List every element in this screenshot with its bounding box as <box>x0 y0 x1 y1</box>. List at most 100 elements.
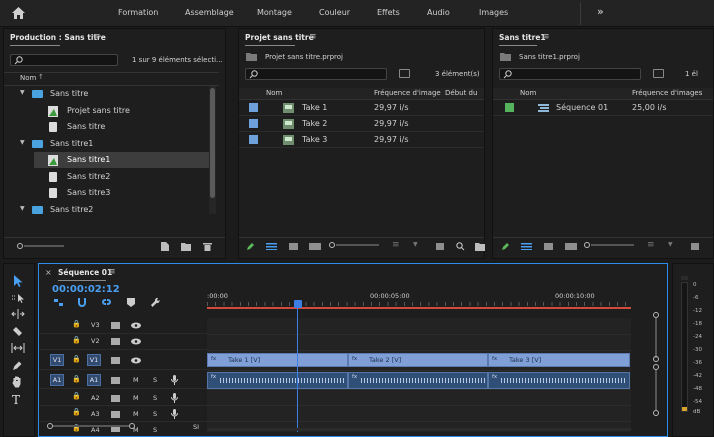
clip-indicator[interactable] <box>681 276 688 280</box>
find-icon[interactable] <box>456 242 465 251</box>
microphone-icon[interactable] <box>171 393 178 403</box>
horizontal-zoom-handle[interactable] <box>129 423 135 429</box>
list-view-icon[interactable] <box>266 243 277 250</box>
pencil-icon[interactable] <box>501 242 510 251</box>
razor-tool-icon[interactable] <box>12 326 23 337</box>
solo-button[interactable]: S <box>153 411 157 418</box>
search-input[interactable] <box>245 68 387 80</box>
hand-tool-icon[interactable] <box>12 376 23 388</box>
sync-lock-icon[interactable] <box>111 338 120 345</box>
time-ruler[interactable]: :00:00 00:00:05:00 00:00:10:00 <box>207 288 631 310</box>
tab-montage[interactable]: Montage <box>257 9 292 17</box>
vertical-scrollbar[interactable] <box>655 318 657 358</box>
horizontal-scrollbar[interactable] <box>207 428 631 431</box>
list-item[interactable]: ▼ Sans titre2 <box>4 202 209 218</box>
list-item[interactable]: ▼ Sans titre1 <box>4 136 209 152</box>
playhead-timecode[interactable]: 00:00:02:12 <box>52 285 120 295</box>
source-patch-v1[interactable]: V1 <box>50 354 64 366</box>
new-search-bin-icon[interactable] <box>653 69 664 78</box>
new-bin-icon[interactable] <box>475 243 485 251</box>
chevron-down-icon[interactable]: ▼ <box>20 206 25 212</box>
zoom-slider-knob[interactable] <box>329 242 335 248</box>
label-color-swatch[interactable] <box>249 119 258 128</box>
search-input[interactable] <box>10 54 118 66</box>
tab-formation[interactable]: Formation <box>118 9 158 17</box>
chevron-down-icon[interactable]: ▼ <box>413 242 418 248</box>
new-item-icon[interactable] <box>161 242 169 251</box>
freeform-view-icon[interactable] <box>309 243 321 250</box>
panel-menu-icon[interactable]: ≡ <box>542 33 550 42</box>
table-row[interactable]: Take 2 29,97 i/s <box>239 116 484 132</box>
tab-audio[interactable]: Audio <box>427 9 450 17</box>
linked-selection-icon[interactable] <box>101 298 112 307</box>
eye-icon[interactable] <box>131 357 141 364</box>
column-header-start[interactable]: Début du <box>445 90 477 97</box>
lock-icon[interactable]: 🔒 <box>72 321 81 328</box>
mute-button[interactable]: M <box>133 395 139 402</box>
audio-clip-take3[interactable]: fx <box>488 372 630 389</box>
freeform-view-icon[interactable] <box>565 243 577 250</box>
snap-icon[interactable] <box>77 298 87 307</box>
solo-button[interactable]: S <box>153 427 157 432</box>
column-header-name[interactable]: Nom <box>20 75 36 82</box>
list-view-icon[interactable] <box>521 243 532 250</box>
sync-lock-icon[interactable] <box>111 357 120 364</box>
trash-icon[interactable] <box>203 242 212 251</box>
search-input[interactable] <box>499 68 641 80</box>
eye-icon[interactable] <box>131 338 141 345</box>
mute-button[interactable]: M <box>133 411 139 418</box>
video-clip-take3[interactable]: fx Take 3 [V] <box>488 353 630 367</box>
wrench-icon[interactable] <box>150 297 160 307</box>
panel-menu-icon[interactable]: ≡ <box>309 33 317 42</box>
list-item[interactable]: ▼ Sans titre <box>4 86 209 102</box>
new-search-bin-icon[interactable] <box>399 69 410 78</box>
solo-button[interactable]: S <box>153 377 157 384</box>
chevron-down-icon[interactable]: ▼ <box>20 90 25 96</box>
sync-lock-icon[interactable] <box>111 395 120 402</box>
track-select-tool-icon[interactable] <box>12 293 25 303</box>
mute-button[interactable]: M <box>133 377 139 384</box>
selection-tool-icon[interactable] <box>13 275 23 287</box>
ripple-edit-tool-icon[interactable] <box>11 309 25 319</box>
add-marker-icon[interactable] <box>127 298 135 307</box>
eye-icon[interactable] <box>131 322 141 329</box>
vertical-zoom-handle[interactable] <box>653 410 659 416</box>
vertical-scrollbar[interactable] <box>655 370 657 410</box>
sync-lock-icon[interactable] <box>111 411 120 418</box>
automate-to-sequence-icon[interactable] <box>436 243 444 250</box>
list-item[interactable]: Projet sans titre <box>4 103 209 119</box>
solo-button[interactable]: S <box>153 395 157 402</box>
list-item-selected[interactable]: Sans titre1 <box>34 152 209 168</box>
playhead-line[interactable] <box>297 308 298 432</box>
automate-to-sequence-icon[interactable] <box>691 243 699 250</box>
type-tool-icon[interactable]: T <box>12 394 20 406</box>
zoom-slider[interactable] <box>591 244 634 246</box>
sort-icon[interactable]: ≡ <box>392 241 400 250</box>
column-header-framerate[interactable]: Fréquence d'images <box>632 90 702 97</box>
tab-effets[interactable]: Effets <box>377 9 400 17</box>
track-target-v1[interactable]: V1 <box>87 354 101 366</box>
lock-icon[interactable]: 🔒 <box>72 393 81 400</box>
panel-menu-icon[interactable]: ≡ <box>93 33 101 42</box>
scrollbar-thumb[interactable] <box>210 88 215 198</box>
new-bin-icon[interactable] <box>181 243 191 251</box>
panel-title[interactable]: Sans titre1 <box>499 34 546 42</box>
icon-view-icon[interactable] <box>289 243 298 250</box>
pen-tool-icon[interactable] <box>12 360 23 371</box>
home-icon[interactable] <box>12 7 25 19</box>
sync-lock-icon[interactable] <box>111 377 120 384</box>
zoom-slider-knob[interactable] <box>17 243 23 249</box>
panel-menu-icon[interactable]: ≡ <box>108 268 116 277</box>
lock-icon[interactable]: 🔒 <box>72 356 81 363</box>
chevron-down-icon[interactable]: ▼ <box>20 140 25 146</box>
more-workspaces-button[interactable]: » <box>597 6 604 17</box>
work-area-bar[interactable] <box>207 307 631 309</box>
tab-assemblage[interactable]: Assemblage <box>185 9 234 17</box>
table-row[interactable]: Take 3 29,97 i/s <box>239 132 484 148</box>
track-target-a1[interactable]: A1 <box>87 374 101 386</box>
zoom-slider-knob[interactable] <box>584 242 590 248</box>
sequence-tab[interactable]: Séquence 01 <box>58 269 112 277</box>
label-color-swatch[interactable] <box>505 103 514 112</box>
zoom-slider[interactable] <box>24 245 64 247</box>
panel-title[interactable]: Production : Sans titre <box>10 34 106 42</box>
